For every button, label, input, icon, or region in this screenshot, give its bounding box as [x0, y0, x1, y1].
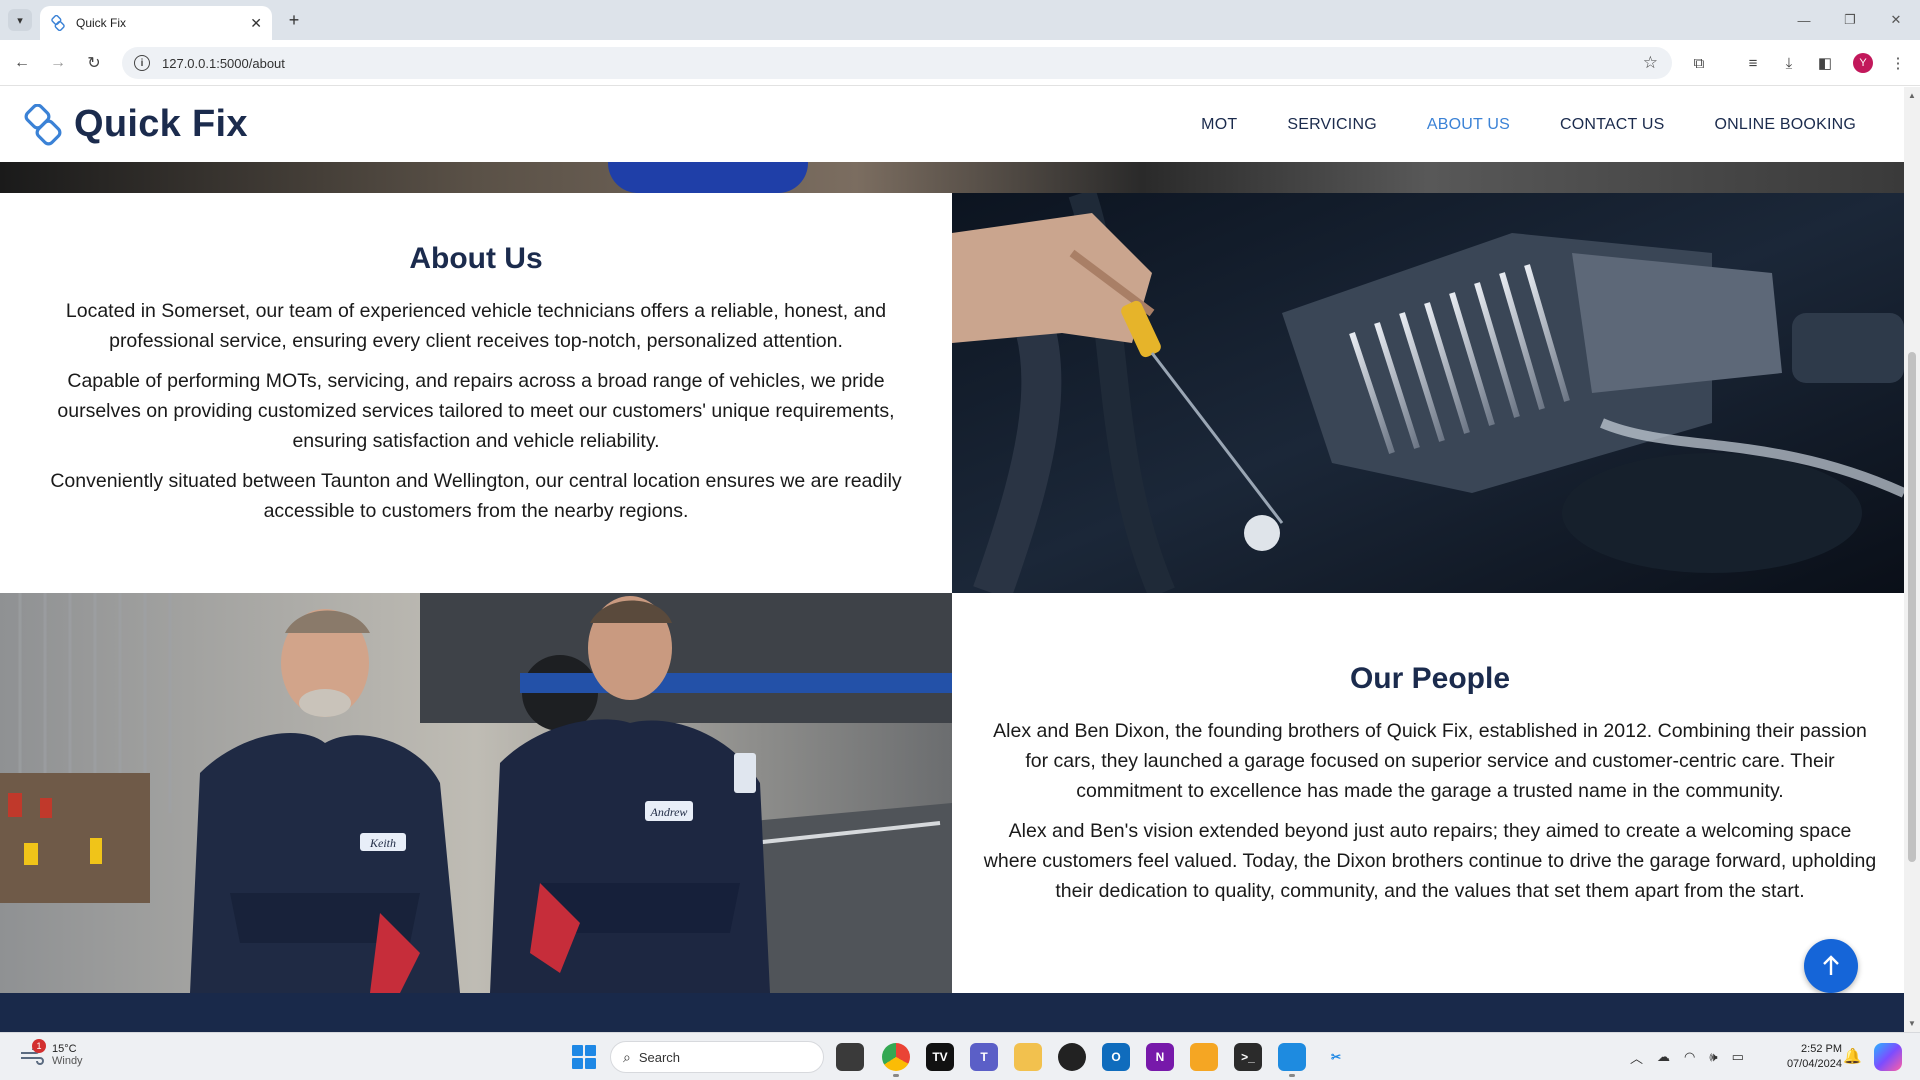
nav-online-booking[interactable]: ONLINE BOOKING	[1715, 116, 1857, 134]
page-scrollbar[interactable]: ▲ ▼	[1904, 87, 1920, 1032]
about-paragraph-3: Conveniently situated between Taunton an…	[50, 470, 902, 522]
app-orange-icon[interactable]	[1190, 1043, 1218, 1071]
minimize-icon[interactable]: —	[1784, 8, 1824, 32]
notification-bell-icon[interactable]: 🔔	[1843, 1047, 1862, 1065]
our-people-section: Our People Alex and Ben Dixon, the found…	[980, 662, 1880, 916]
task-view-icon[interactable]	[836, 1043, 864, 1071]
back-to-top-button[interactable]	[1804, 939, 1858, 993]
weather-badge: 1	[32, 1039, 46, 1053]
window-close-icon[interactable]: ✕	[1876, 8, 1916, 32]
windows-start-icon[interactable]	[572, 1045, 596, 1069]
arrow-up-icon	[1823, 955, 1839, 975]
reload-icon[interactable]: ↻	[82, 51, 106, 75]
engine-illustration	[952, 193, 1904, 593]
tab-title: Quick Fix	[76, 16, 127, 30]
outlook-icon[interactable]: O	[1102, 1043, 1130, 1071]
system-tray: ︿ ☁ ◠ 🕪 ▭	[1630, 1033, 1744, 1080]
back-arrow-icon[interactable]: ←	[10, 51, 34, 75]
nav-mot[interactable]: MOT	[1201, 116, 1237, 134]
forward-arrow-icon[interactable]: →	[46, 51, 70, 75]
weather-widget[interactable]: 1 15°C Windy	[18, 1039, 83, 1069]
mechanic-right-name-badge: Andrew	[650, 805, 688, 819]
copilot-icon[interactable]	[1874, 1043, 1902, 1071]
snipping-tool-icon[interactable]: ✂	[1322, 1043, 1350, 1071]
tray-overflow-icon[interactable]: ︿	[1630, 1048, 1643, 1067]
download-icon[interactable]: ⤓	[1778, 52, 1800, 74]
browser-tabstrip: ▾ Quick Fix ✕ + — ❐ ✕	[0, 0, 1920, 40]
chrome-icon[interactable]	[882, 1043, 910, 1077]
site-header: Quick Fix MOT SERVICING ABOUT US CONTACT…	[0, 87, 1904, 162]
brand-name: Quick Fix	[74, 103, 248, 145]
about-paragraph-1: Located in Somerset, our team of experie…	[65, 300, 887, 352]
taskbar-search-label: Search	[638, 1049, 681, 1065]
scroll-up-icon[interactable]: ▲	[1908, 91, 1916, 100]
search-icon: ⌕	[623, 1048, 631, 1065]
volume-icon[interactable]: 🕪	[1709, 1049, 1717, 1065]
windows-taskbar: 1 15°C Windy ⌕ Search TV T O N >_ ✂ ︿ ☁ …	[0, 1032, 1920, 1080]
address-bar[interactable]: i 127.0.0.1:5000/about ☆	[122, 47, 1672, 79]
our-people-heading: Our People	[1349, 662, 1511, 695]
scrollbar-thumb[interactable]	[1908, 352, 1916, 862]
bookmark-star-icon[interactable]: ☆	[1643, 53, 1658, 73]
hero-mechanic-overalls	[608, 162, 808, 193]
side-panel-icon[interactable]: ◧	[1814, 52, 1836, 74]
browser-toolbar: ← → ↻ i 127.0.0.1:5000/about ☆ ⧉ ≡ ⤓ ◧ Y…	[0, 40, 1920, 86]
people-paragraph-1: Alex and Ben Dixon, the founding brother…	[993, 720, 1867, 802]
quick-fix-logo-icon	[24, 103, 62, 145]
new-tab-button[interactable]: +	[282, 8, 306, 32]
browser-menu-icon[interactable]: ⋮	[1887, 52, 1909, 74]
teams-icon[interactable]: T	[970, 1043, 998, 1071]
taskbar-clock[interactable]: 2:52 PM 07/04/2024	[1770, 1042, 1842, 1072]
wifi-icon[interactable]: ◠	[1684, 1049, 1695, 1065]
terminal-icon[interactable]: >_	[1234, 1043, 1262, 1071]
site-footer	[0, 993, 1904, 1032]
onedrive-icon[interactable]: ☁	[1657, 1049, 1670, 1065]
inkscape-icon[interactable]	[1058, 1043, 1086, 1071]
tab-close-icon[interactable]: ✕	[250, 15, 262, 32]
nav-servicing[interactable]: SERVICING	[1287, 116, 1377, 134]
file-explorer-icon[interactable]	[1014, 1043, 1042, 1071]
main-navigation: MOT SERVICING ABOUT US CONTACT US ONLINE…	[1201, 87, 1856, 162]
mechanic-left-name-badge: Keith	[369, 836, 396, 850]
clock-time: 2:52 PM	[1801, 1043, 1842, 1055]
browser-tab[interactable]: Quick Fix ✕	[40, 6, 272, 40]
taskbar-search[interactable]: ⌕ Search	[610, 1041, 824, 1073]
people-paragraph-2: Alex and Ben's vision extended beyond ju…	[983, 820, 1877, 902]
extensions-icon[interactable]: ⧉	[1688, 52, 1710, 74]
scroll-down-icon[interactable]: ▼	[1908, 1019, 1916, 1028]
restore-icon[interactable]: ❐	[1830, 8, 1870, 32]
vscode-icon[interactable]	[1278, 1043, 1306, 1077]
quick-fix-favicon-icon	[51, 15, 65, 31]
site-logo[interactable]: Quick Fix	[22, 103, 248, 146]
mechanics-illustration: Keith Andrew	[0, 593, 952, 993]
page-viewport: Quick Fix MOT SERVICING ABOUT US CONTACT…	[0, 87, 1904, 1032]
battery-icon[interactable]: ▭	[1732, 1049, 1744, 1065]
onenote-icon[interactable]: N	[1146, 1043, 1174, 1071]
mechanics-photo: Keith Andrew	[0, 593, 952, 993]
hero-image-strip	[0, 162, 1904, 193]
reading-list-icon[interactable]: ≡	[1742, 52, 1764, 74]
about-us-heading: About Us	[409, 242, 543, 275]
weather-temperature: 15°C	[52, 1043, 77, 1055]
site-info-icon[interactable]: i	[134, 55, 150, 71]
weather-condition: Windy	[52, 1055, 83, 1067]
weather-wind-icon: 1	[18, 1039, 46, 1069]
profile-avatar[interactable]: Y	[1853, 53, 1873, 73]
tab-list-button[interactable]: ▾	[8, 9, 32, 31]
about-paragraph-2: Capable of performing MOTs, servicing, a…	[57, 370, 895, 452]
nav-contact-us[interactable]: CONTACT US	[1560, 116, 1665, 134]
address-url[interactable]: 127.0.0.1:5000/about	[162, 56, 285, 71]
clock-date: 07/04/2024	[1786, 1058, 1842, 1070]
nav-about-us[interactable]: ABOUT US	[1427, 116, 1510, 134]
about-us-section: About Us Located in Somerset, our team o…	[30, 242, 922, 536]
tradingview-icon[interactable]: TV	[926, 1043, 954, 1071]
engine-photo	[952, 193, 1904, 593]
